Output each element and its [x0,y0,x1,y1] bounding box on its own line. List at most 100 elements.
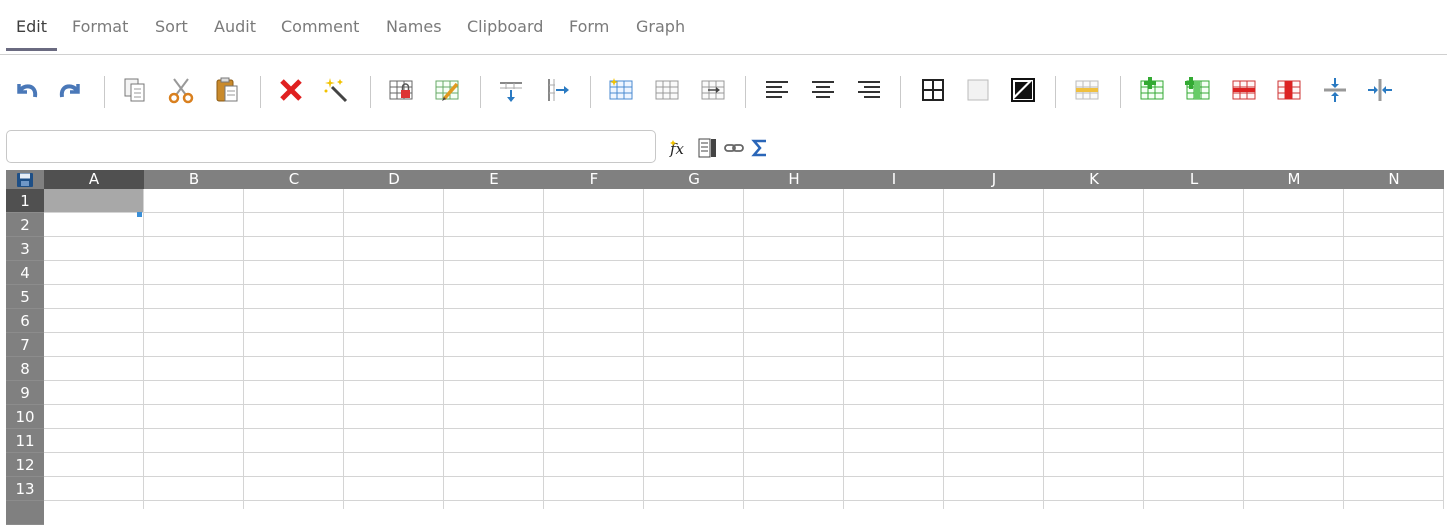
cell-c8[interactable] [244,357,344,381]
cell-j8[interactable] [944,357,1044,381]
cell-n13[interactable] [1344,477,1444,501]
cell-a10[interactable] [44,405,144,429]
cell-m8[interactable] [1244,357,1344,381]
cell-n4[interactable] [1344,261,1444,285]
cell-g6[interactable] [644,309,744,333]
cell-n2[interactable] [1344,213,1444,237]
cell-g5[interactable] [644,285,744,309]
cell-d11[interactable] [344,429,444,453]
cell-l10[interactable] [1144,405,1244,429]
cell-k12[interactable] [1044,453,1144,477]
cell-m11[interactable] [1244,429,1344,453]
row-header-13[interactable]: 13 [6,477,44,501]
cell-l2[interactable] [1144,213,1244,237]
cell-f1[interactable] [544,189,644,213]
cell-g8[interactable] [644,357,744,381]
cell-e11[interactable] [444,429,544,453]
cell-c6[interactable] [244,309,344,333]
align-right-icon[interactable] [851,72,887,108]
tab-graph[interactable]: Graph [636,0,685,48]
formula-input[interactable] [6,130,656,163]
lock-cells-icon[interactable] [383,72,419,108]
cell-i12[interactable] [844,453,944,477]
row-header-5[interactable]: 5 [6,285,44,309]
cell-m12[interactable] [1244,453,1344,477]
cell-l12[interactable] [1144,453,1244,477]
cell-m6[interactable] [1244,309,1344,333]
cell-a1[interactable] [44,189,144,213]
cell-b13[interactable] [144,477,244,501]
row-header-11[interactable]: 11 [6,429,44,453]
row-header-8[interactable]: 8 [6,357,44,381]
cell-g10[interactable] [644,405,744,429]
cell-m10[interactable] [1244,405,1344,429]
cell-m5[interactable] [1244,285,1344,309]
cell-e7[interactable] [444,333,544,357]
cell-m3[interactable] [1244,237,1344,261]
cell-e13[interactable] [444,477,544,501]
cell-n9[interactable] [1344,381,1444,405]
cell-g3[interactable] [644,237,744,261]
column-header-m[interactable]: M [1244,170,1344,189]
cell-i3[interactable] [844,237,944,261]
cell-h13[interactable] [744,477,844,501]
cell-e8[interactable] [444,357,544,381]
cell-h3[interactable] [744,237,844,261]
cell-l14[interactable] [1144,501,1244,509]
cell-l8[interactable] [1144,357,1244,381]
column-header-e[interactable]: E [444,170,544,189]
move-cells-icon[interactable] [695,72,731,108]
swap-colors-icon[interactable] [1005,72,1041,108]
cell-i11[interactable] [844,429,944,453]
tab-names[interactable]: Names [386,0,442,48]
cell-i14[interactable] [844,501,944,509]
link-icon[interactable] [723,137,745,159]
cell-e1[interactable] [444,189,544,213]
cell-b4[interactable] [144,261,244,285]
cell-f3[interactable] [544,237,644,261]
cell-n11[interactable] [1344,429,1444,453]
cell-f8[interactable] [544,357,644,381]
row-header-10[interactable]: 10 [6,405,44,429]
align-left-icon[interactable] [759,72,795,108]
cell-h9[interactable] [744,381,844,405]
row-header-12[interactable]: 12 [6,453,44,477]
cell-i4[interactable] [844,261,944,285]
align-center-icon[interactable] [805,72,841,108]
column-header-b[interactable]: B [144,170,244,189]
cell-e4[interactable] [444,261,544,285]
cell-j3[interactable] [944,237,1044,261]
column-header-f[interactable]: F [544,170,644,189]
cell-e9[interactable] [444,381,544,405]
cell-d13[interactable] [344,477,444,501]
column-header-a[interactable]: A [44,170,144,189]
column-header-g[interactable]: G [644,170,744,189]
cell-k5[interactable] [1044,285,1144,309]
cell-i9[interactable] [844,381,944,405]
cell-n3[interactable] [1344,237,1444,261]
cell-c5[interactable] [244,285,344,309]
cell-b1[interactable] [144,189,244,213]
delete-row-icon[interactable] [1226,72,1262,108]
cell-d6[interactable] [344,309,444,333]
pane-columns-icon[interactable] [1362,72,1398,108]
cell-c14[interactable] [244,501,344,509]
cell-l9[interactable] [1144,381,1244,405]
cell-a8[interactable] [44,357,144,381]
cell-n12[interactable] [1344,453,1444,477]
function-icon[interactable]: fx [668,137,690,159]
cell-c9[interactable] [244,381,344,405]
cell-c3[interactable] [244,237,344,261]
unmerge-cells-icon[interactable] [649,72,685,108]
cell-k6[interactable] [1044,309,1144,333]
cell-g4[interactable] [644,261,744,285]
cell-h5[interactable] [744,285,844,309]
cell-i2[interactable] [844,213,944,237]
cell-b8[interactable] [144,357,244,381]
cell-b14[interactable] [144,501,244,509]
cell-m4[interactable] [1244,261,1344,285]
cell-m13[interactable] [1244,477,1344,501]
column-header-h[interactable]: H [744,170,844,189]
row-header-3[interactable]: 3 [6,237,44,261]
cell-b9[interactable] [144,381,244,405]
